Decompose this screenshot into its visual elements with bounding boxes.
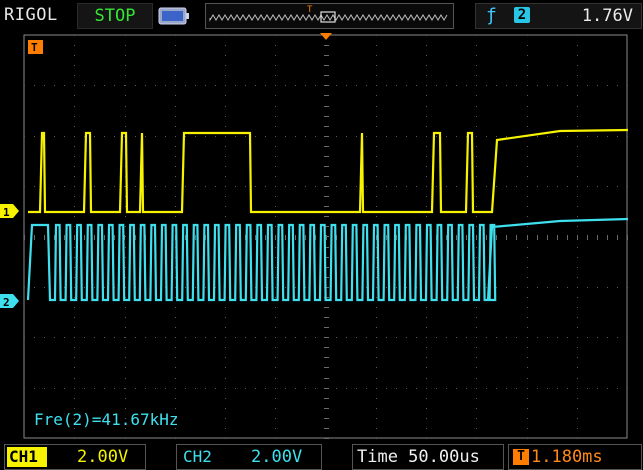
trigger-source-badge: 2 (514, 7, 530, 23)
brand-label: RIGOL (4, 5, 58, 25)
timebase-settings[interactable]: Time 50.00us (352, 444, 504, 470)
trigger-level: 1.76V (581, 6, 633, 26)
trigger-position-marker: T (307, 5, 313, 15)
svg-text:1: 1 (3, 206, 10, 219)
trigger-delay-settings[interactable]: T 1.180ms (508, 444, 642, 470)
status-bar: RIGOL STOP T ƒ 2 1.76V (0, 0, 643, 32)
memory-timeline[interactable]: T (205, 3, 454, 29)
battery-icon (158, 7, 190, 29)
channel-status-bar: CH1 2.00V CH2 2.00V Time 50.00us T 1.180… (0, 442, 643, 470)
svg-text:2: 2 (3, 296, 10, 309)
svg-text:T: T (31, 41, 38, 54)
rising-edge-icon: ƒ (486, 5, 497, 26)
timebase-value: Time 50.00us (357, 447, 480, 467)
waveform-display[interactable]: T 1 2 (0, 32, 643, 442)
svg-text:T: T (307, 5, 313, 15)
ch1-scale: 2.00V (77, 447, 129, 467)
ch1-settings[interactable]: CH1 2.00V (4, 444, 146, 470)
ch2-settings[interactable]: CH2 2.00V (176, 444, 322, 470)
run-stop-button[interactable]: STOP (77, 3, 153, 29)
trigger-settings[interactable]: ƒ 2 1.76V (475, 3, 642, 29)
trigger-delay-value: 1.180ms (531, 447, 603, 467)
frequency-measurement: Fre(2)=41.67kHz (34, 410, 179, 429)
ch1-label: CH1 (7, 447, 47, 467)
trigger-delay-icon: T (513, 449, 529, 465)
trigger-flag: T (28, 40, 43, 54)
ch2-label: CH2 (183, 447, 212, 466)
ch2-scale: 2.00V (251, 447, 303, 467)
